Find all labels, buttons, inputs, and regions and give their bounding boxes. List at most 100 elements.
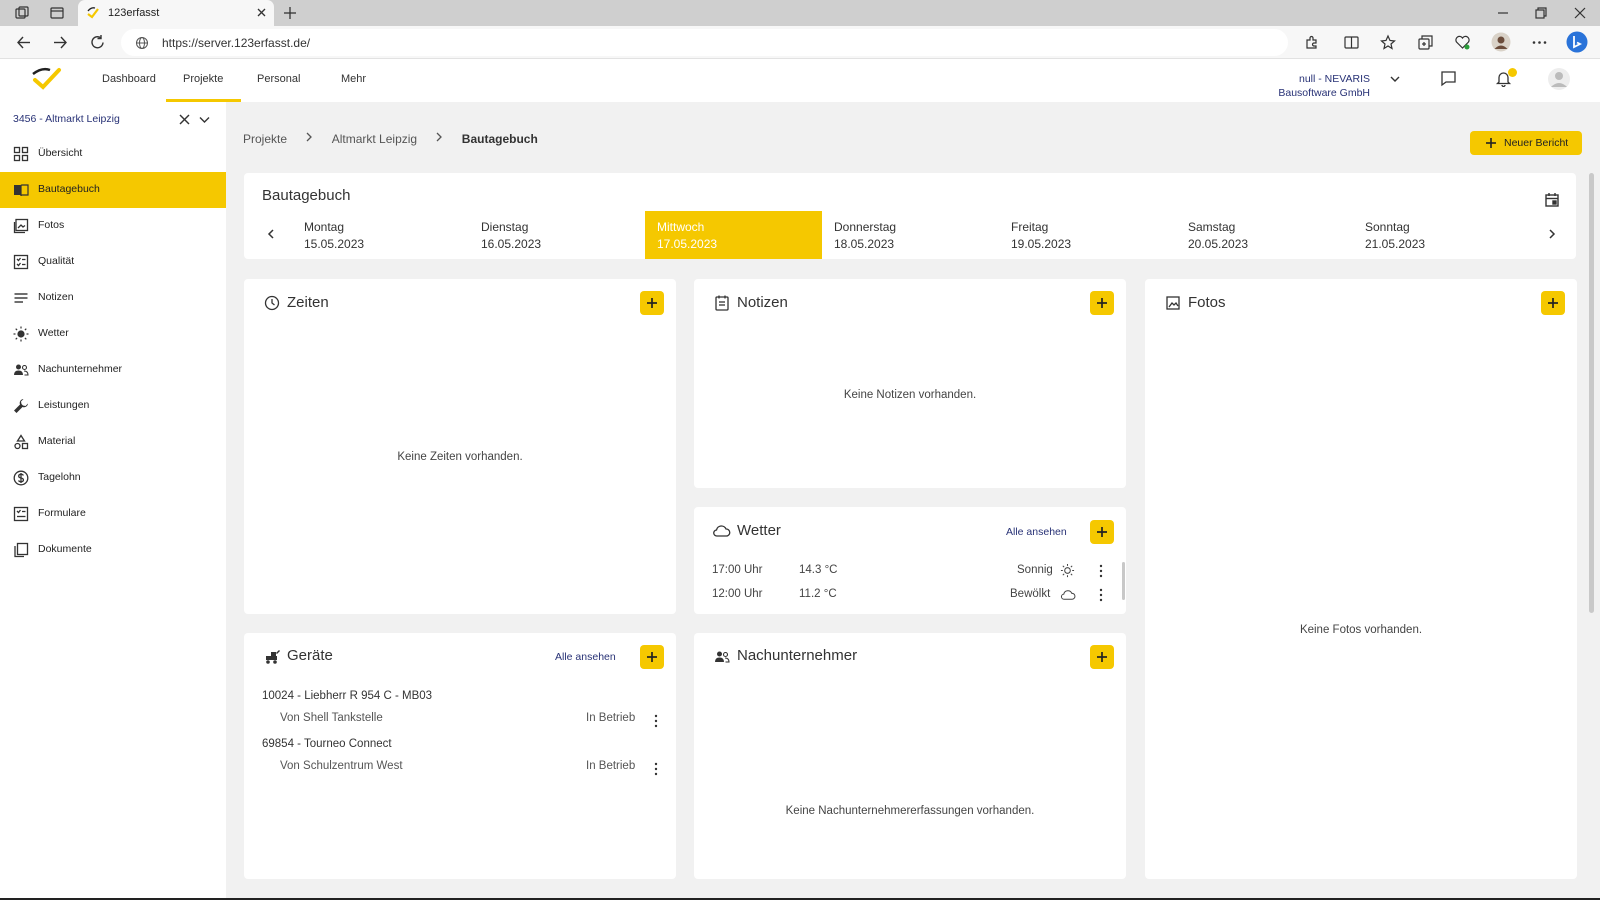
sidebar-item-uebersicht[interactable]: Übersicht [0,136,226,172]
sidebar-item-wetter[interactable]: Wetter [0,316,226,352]
day-sonntag[interactable]: Sonntag 21.05.2023 [1353,211,1530,259]
nav-dashboard[interactable]: Dashboard [102,73,156,85]
nachunternehmer-title: Nachunternehmer [737,647,858,664]
chevron-right-icon [436,132,443,142]
day-name: Freitag [1011,220,1049,234]
sidebar-item-qualitaet[interactable]: Qualität [0,244,226,280]
nav-personal[interactable]: Personal [257,73,300,85]
day-samstag[interactable]: Samstag 20.05.2023 [1176,211,1353,259]
chat-icon[interactable] [1440,70,1457,87]
workspaces-icon[interactable] [14,5,30,21]
more-vertical-icon[interactable] [654,714,658,728]
calendar-icon[interactable] [1544,192,1560,208]
day-mittwoch[interactable]: Mittwoch 17.05.2023 [645,211,822,259]
user-avatar[interactable] [1547,67,1571,91]
favorites-icon[interactable] [1380,34,1397,51]
sidebar-item-nachunternehmer[interactable]: Nachunternehmer [0,352,226,388]
sidebar-item-bautagebuch[interactable]: Bautagebuch [0,172,226,208]
notepad-icon [715,295,729,311]
chevron-down-icon[interactable] [198,113,211,126]
address-bar[interactable]: https://server.123erfasst.de/ [121,29,1288,56]
minimize-icon[interactable] [1496,6,1510,20]
add-foto-button[interactable] [1541,291,1565,315]
new-report-button[interactable]: Neuer Bericht [1470,131,1582,155]
sidebar-item-label: Leistungen [38,399,90,411]
page-scrollbar[interactable] [1589,173,1594,613]
nav-projekte[interactable]: Projekte [183,73,223,85]
day-dienstag[interactable]: Dienstag 16.05.2023 [469,211,646,259]
chevron-right-icon[interactable] [1546,228,1558,240]
weather-row: 12:00 Uhr 11.2 °C Bewölkt [694,584,1126,606]
sidebar-item-label: Qualität [38,255,75,267]
checklist-icon [13,254,29,270]
browser-tab[interactable]: 123erfasst [78,0,274,26]
restore-icon[interactable] [1534,6,1548,20]
breadcrumb-projekte[interactable]: Projekte [243,132,287,146]
organization-selector[interactable]: null - NEVARIS Bausoftware GmbH [1278,72,1370,100]
cloud-icon [713,525,731,537]
forward-icon[interactable] [52,34,69,51]
new-tab-icon[interactable] [283,6,297,20]
url-text: https://server.123erfasst.de/ [162,36,311,50]
zeiten-title: Zeiten [287,294,329,311]
notizen-empty: Keine Notizen vorhanden. [843,389,977,401]
sidebar-item-material[interactable]: Material [0,424,226,460]
nachunternehmer-empty: Keine Nachunternehmererfassungen vorhand… [785,805,1035,817]
notizen-title: Notizen [737,294,788,311]
chevron-down-icon[interactable] [1389,73,1401,85]
sidebar-item-label: Fotos [38,219,65,231]
people-icon [715,651,730,663]
machine-icon [266,650,280,664]
fotos-empty: Keine Fotos vorhanden. [1299,624,1423,636]
sidebar-item-formulare[interactable]: Formulare [0,496,226,532]
day-freitag[interactable]: Freitag 19.05.2023 [999,211,1176,259]
day-date: 15.05.2023 [304,237,365,251]
wrench-icon [14,399,28,413]
wetter-scrollbar[interactable] [1122,562,1125,600]
more-icon[interactable] [1531,34,1548,51]
globe-icon [136,37,148,49]
day-montag[interactable]: Montag 15.05.2023 [292,211,469,259]
chevron-left-icon[interactable] [265,228,277,240]
collections-icon[interactable] [1417,34,1434,51]
nav-mehr[interactable]: Mehr [341,73,366,85]
add-geraet-button[interactable] [640,645,664,669]
close-icon[interactable] [178,113,191,126]
app-logo[interactable] [30,65,62,91]
extensions-icon[interactable] [1303,34,1320,51]
tab-actions-icon[interactable] [49,5,65,21]
sidebar-item-notizen[interactable]: Notizen [0,280,226,316]
fotos-card: Fotos Keine Fotos vorhanden. [1145,279,1577,879]
day-date: 18.05.2023 [834,237,895,251]
close-tab-icon[interactable] [255,6,268,19]
wetter-view-all-link[interactable]: Alle ansehen [1006,526,1067,538]
more-vertical-icon[interactable] [1099,588,1103,602]
breadcrumb-project[interactable]: Altmarkt Leipzig [332,132,417,146]
sidebar-item-tagelohn[interactable]: Tagelohn [0,460,226,496]
day-donnerstag[interactable]: Donnerstag 18.05.2023 [822,211,999,259]
weather-condition: Bewölkt [1010,588,1051,600]
add-notiz-button[interactable] [1090,291,1114,315]
wetter-card: Wetter Alle ansehen 17:00 Uhr 14.3 °C So… [694,507,1126,614]
profile-avatar[interactable] [1491,32,1511,52]
plus-icon [1097,652,1107,662]
reload-icon[interactable] [89,34,106,51]
sidebar-item-label: Wetter [38,327,69,339]
bing-chat-icon[interactable] [1566,31,1588,53]
close-window-icon[interactable] [1573,6,1587,20]
geraete-view-all-link[interactable]: Alle ansehen [555,651,616,663]
more-vertical-icon[interactable] [654,762,658,776]
add-nachunternehmer-button[interactable] [1090,645,1114,669]
back-icon[interactable] [15,34,32,51]
browser-essentials-icon[interactable] [1454,34,1471,51]
add-zeit-button[interactable] [640,291,664,315]
sidebar-item-fotos[interactable]: Fotos [0,208,226,244]
split-screen-icon[interactable] [1343,34,1360,51]
sidebar-item-dokumente[interactable]: Dokumente [0,532,226,568]
sidebar-item-leistungen[interactable]: Leistungen [0,388,226,424]
more-vertical-icon[interactable] [1099,564,1103,578]
project-selector[interactable]: 3456 - Altmarkt Leipzig [13,113,120,125]
org-line2: Bausoftware GmbH [1278,87,1370,99]
add-wetter-button[interactable] [1090,520,1114,544]
sidebar-item-label: Formulare [38,507,86,519]
